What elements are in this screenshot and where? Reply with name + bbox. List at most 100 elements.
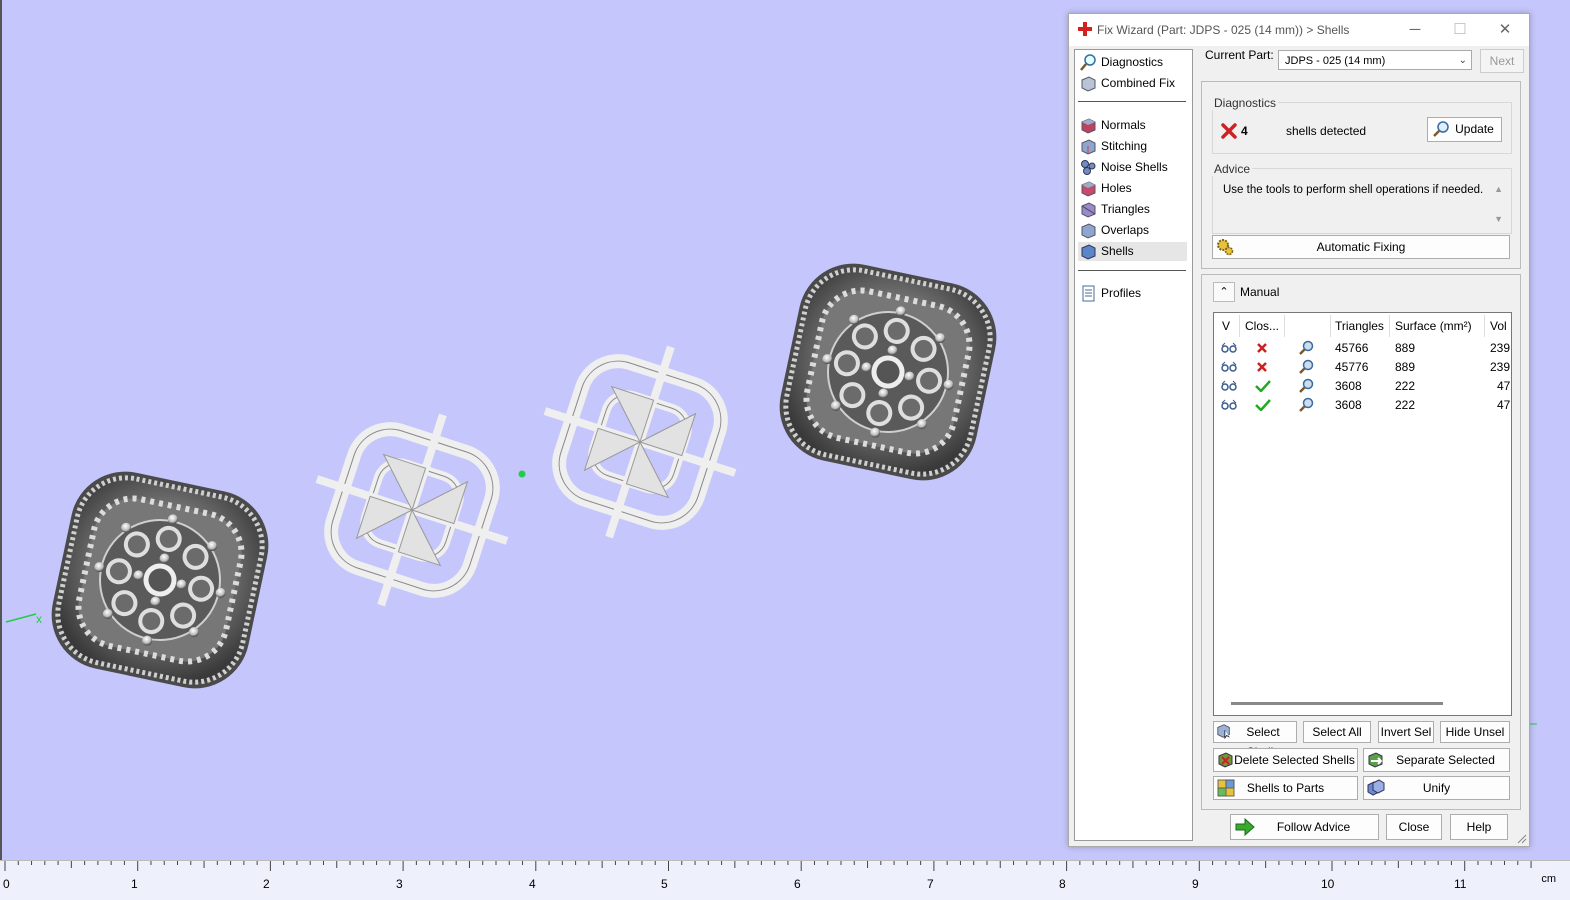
nav-label: Noise Shells [1101,160,1168,174]
diagnostics-panel: Diagnostics 4 shells detected Update Adv… [1201,81,1521,269]
manual-panel: ⌃ Manual V Clos... Triangles Surface (mm… [1201,274,1521,810]
resize-grip-icon[interactable] [1517,834,1527,844]
ruler: 0 1 2 3 4 5 6 7 8 9 10 11 cm [0,860,1570,900]
jewel-part-left[interactable] [41,461,278,698]
holes-cube-icon [1081,181,1096,197]
nav-item-triangles[interactable]: Triangles [1078,200,1187,219]
nav-item-overlaps[interactable]: Overlaps [1078,221,1187,240]
magnifier-icon [1080,54,1096,71]
ruler-label: 2 [263,877,270,891]
ruler-ticks [4,861,1532,871]
setting-frame-right[interactable] [514,316,766,568]
select-all-button[interactable]: Select All [1303,721,1371,743]
nav-label: Diagnostics [1101,55,1164,69]
invert-selection-button[interactable]: Invert Sel [1378,721,1434,743]
jewel-part-right[interactable] [769,253,1006,490]
nav-item-stitching[interactable]: Stitching [1078,137,1187,156]
minimize-button[interactable]: ─ [1405,20,1425,40]
nav-item-combined-fix[interactable]: Combined Fix [1078,74,1187,93]
zoom-to-shell-icon[interactable] [1298,340,1314,356]
volume-cell: 47 [1497,379,1511,393]
select-shells-button[interactable]: Select Shells [1213,721,1297,759]
column-header-volume[interactable]: Vol [1490,319,1507,333]
dialog-titlebar[interactable]: Fix Wizard (Part: JDPS - 025 (14 mm)) > … [1069,14,1529,46]
app-cross-icon [1078,22,1092,36]
table-row[interactable]: 45766 889 239 [1214,339,1511,358]
table-row[interactable]: 45776 889 239 [1214,358,1511,377]
visibility-glasses-icon[interactable] [1221,380,1237,392]
shells-detected-text: shells detected [1286,124,1367,138]
nav-item-diagnostics[interactable]: Diagnostics [1078,53,1187,72]
help-button[interactable]: Help [1450,814,1508,840]
gears-icon [1217,239,1234,256]
zoom-to-shell-icon[interactable] [1298,378,1314,394]
current-part-select[interactable]: JDPS - 025 (14 mm) ⌄ [1278,50,1472,70]
next-button[interactable]: Next [1480,49,1524,73]
nav-label: Stitching [1101,139,1148,153]
hide-unselected-button[interactable]: Hide Unsel [1440,721,1510,743]
zoom-to-shell-icon[interactable] [1298,397,1314,413]
column-separator [1389,315,1390,337]
column-header-closed[interactable]: Clos... [1245,319,1279,333]
column-header-surface[interactable]: Surface (mm²) [1395,319,1472,333]
zoom-to-shell-icon[interactable] [1298,359,1314,375]
diagnostics-group-title: Diagnostics [1212,96,1279,110]
delete-selected-shells-label: Delete Selected Shells [1234,753,1355,767]
horizontal-scrollbar[interactable] [1231,702,1443,705]
document-icon [1082,285,1095,302]
close-button[interactable]: Close [1386,814,1442,840]
automatic-fixing-label: Automatic Fixing [1316,240,1406,254]
nav-item-noise-shells[interactable]: Noise Shells [1078,158,1187,177]
update-button[interactable]: Update [1427,117,1502,142]
column-header-visible[interactable]: V [1222,319,1230,333]
delete-selected-shells-button[interactable]: Delete Selected Shells [1213,748,1358,772]
nav-item-holes[interactable]: Holes [1078,179,1187,198]
setting-frame-left[interactable] [286,384,538,636]
follow-advice-button[interactable]: Follow Advice [1230,814,1379,840]
current-part-label: Current Part: [1205,48,1274,62]
shells-to-parts-button[interactable]: Shells to Parts [1213,776,1358,800]
ruler-label: 6 [794,877,801,891]
visibility-glasses-icon[interactable] [1221,342,1237,354]
nav-item-profiles[interactable]: Profiles [1078,284,1187,303]
column-header-triangles[interactable]: Triangles [1335,319,1384,333]
not-closed-x-icon [1257,343,1267,353]
shells-to-parts-label: Shells to Parts [1246,781,1325,795]
visibility-glasses-icon[interactable] [1221,399,1237,411]
triangles-cell: 45776 [1335,360,1369,374]
noise-shells-icon [1081,160,1096,175]
scroll-down-icon[interactable]: ▼ [1494,214,1503,224]
separate-selected-shells-button[interactable]: Separate Selected Shells [1363,748,1510,789]
pivot-point [518,470,526,478]
visibility-glasses-icon[interactable] [1221,361,1237,373]
nav-label: Holes [1101,181,1132,195]
ruler-label: 7 [927,877,934,891]
ruler-unit: cm [1541,873,1556,885]
unify-icon [1367,779,1385,796]
nav-label: Overlaps [1101,223,1150,237]
volume-cell: 47 [1497,398,1511,412]
close-window-button[interactable]: ✕ [1495,20,1515,40]
dialog-title: Fix Wizard (Part: JDPS - 025 (14 mm)) > … [1097,23,1350,37]
automatic-fixing-button[interactable]: Automatic Fixing [1212,235,1510,259]
table-row[interactable]: 3608 222 47 [1214,377,1511,396]
error-x-icon [1221,123,1237,139]
ruler-label: 9 [1192,877,1199,891]
update-label: Update [1455,122,1494,136]
unify-button[interactable]: Unify [1363,776,1510,800]
column-separator [1330,315,1331,337]
nav-item-shells[interactable]: Shells [1078,242,1187,261]
nav-label: Profiles [1101,286,1142,300]
table-row[interactable]: 3608 222 47 [1214,396,1511,415]
nav-item-normals[interactable]: Normals [1078,116,1187,135]
shell-count: 4 [1241,124,1248,138]
surface-cell: 889 [1395,360,1416,374]
scroll-up-icon[interactable]: ▲ [1494,184,1503,194]
ruler-label: 8 [1059,877,1066,891]
cube-icon [1081,76,1096,92]
chevron-down-icon: ⌄ [1458,55,1467,66]
collapse-chevron-icon[interactable]: ⌃ [1213,282,1235,302]
volume-cell: 239 [1490,360,1511,374]
maximize-button[interactable]: ☐ [1450,20,1470,40]
advice-text: Use the tools to perform shell operation… [1223,184,1484,196]
